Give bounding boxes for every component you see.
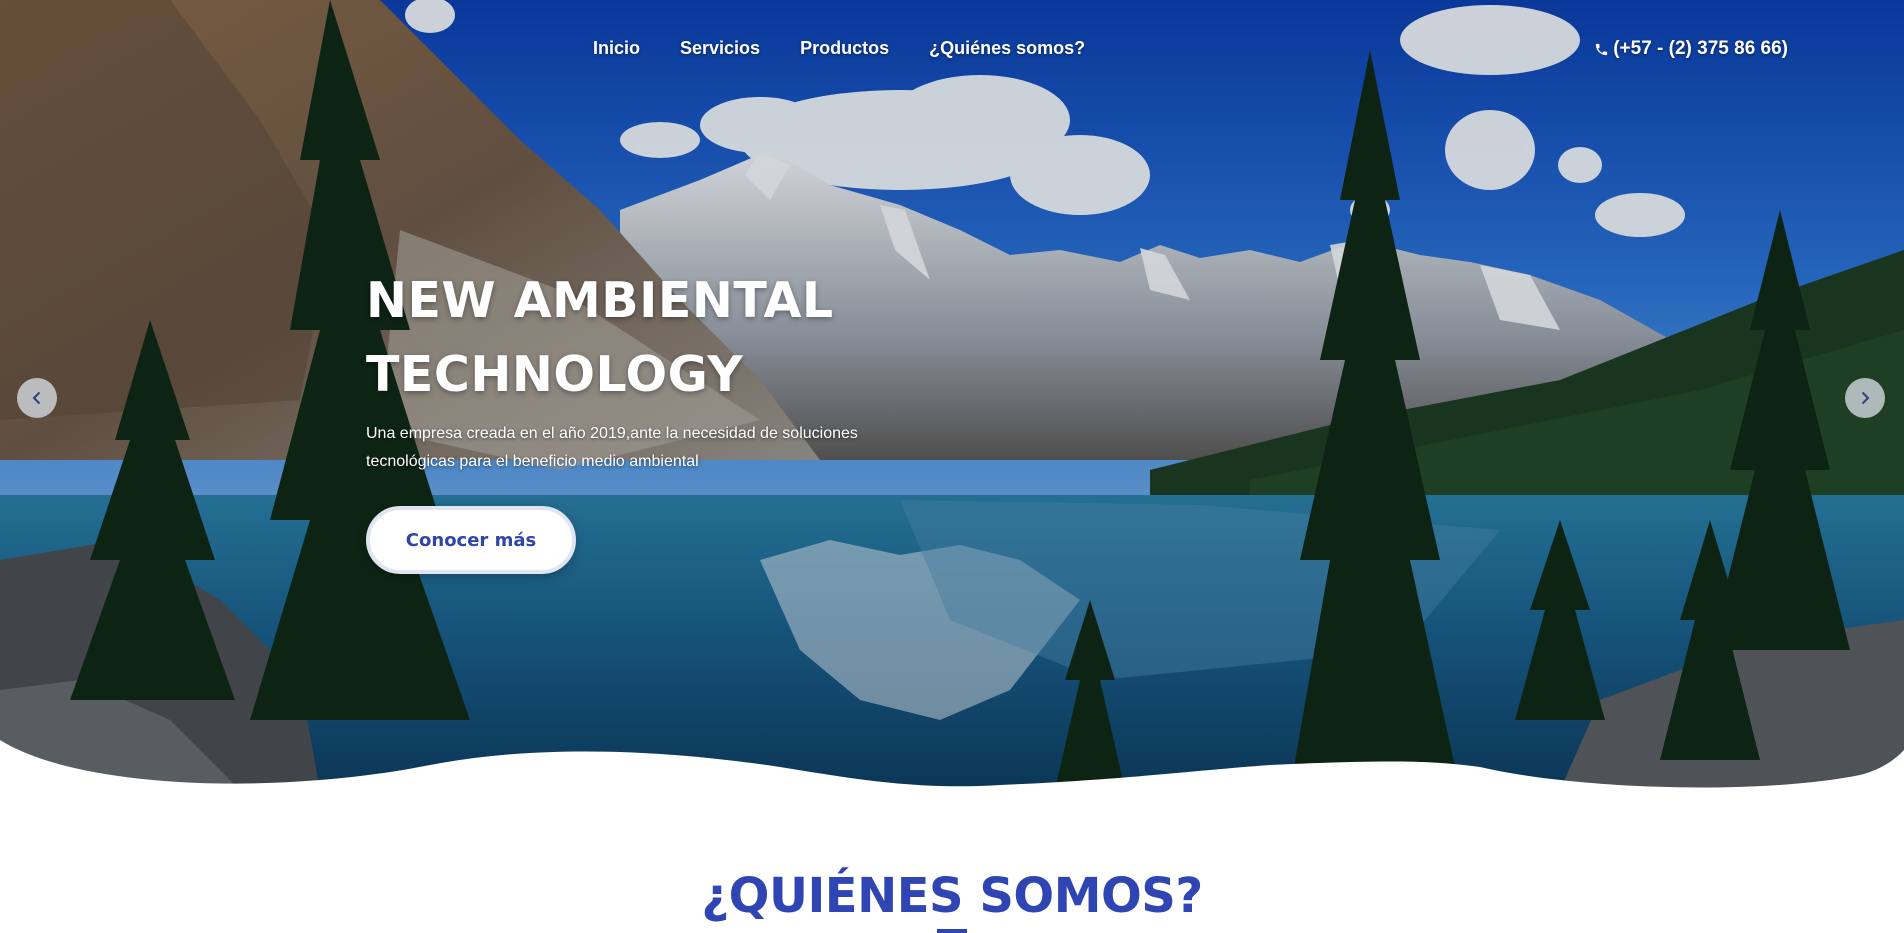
carousel-next-button[interactable] [1845,378,1885,418]
hero-title-line-1: NEW AMBIENTAL [366,272,834,329]
nav-item-servicios[interactable]: Servicios [680,38,760,59]
phone-contact[interactable]: (+57 - (2) 375 86 66) [1594,38,1788,60]
hero-copy: NEW AMBIENTAL TECHNOLOGY Una empresa cre… [366,264,926,574]
hero-banner: Inicio Servicios Productos ¿Quiénes somo… [0,0,1904,790]
nav-item-quienes-somos[interactable]: ¿Quiénes somos? [929,38,1085,59]
nav-item-inicio[interactable]: Inicio [593,38,640,59]
hero-title: NEW AMBIENTAL TECHNOLOGY [366,264,926,412]
hero-title-line-2: TECHNOLOGY [366,346,744,403]
hero-background-image [0,0,1904,790]
hero-description: Una empresa creada en el año 2019,ante l… [366,425,858,470]
phone-icon [1596,43,1608,55]
main-nav: Inicio Servicios Productos ¿Quiénes somo… [593,38,1085,59]
carousel-prev-button[interactable] [17,378,57,418]
chevron-right-icon [1861,391,1870,405]
phone-number: (+57 - (2) 375 86 66) [1613,38,1788,59]
chevron-left-icon [32,391,41,405]
nav-item-productos[interactable]: Productos [800,38,889,59]
conocer-mas-button[interactable]: Conocer más [366,506,576,574]
section-title-quienes-somos: ¿QUIÉNES SOMOS? [701,868,1203,924]
section-title-underline [937,929,967,933]
